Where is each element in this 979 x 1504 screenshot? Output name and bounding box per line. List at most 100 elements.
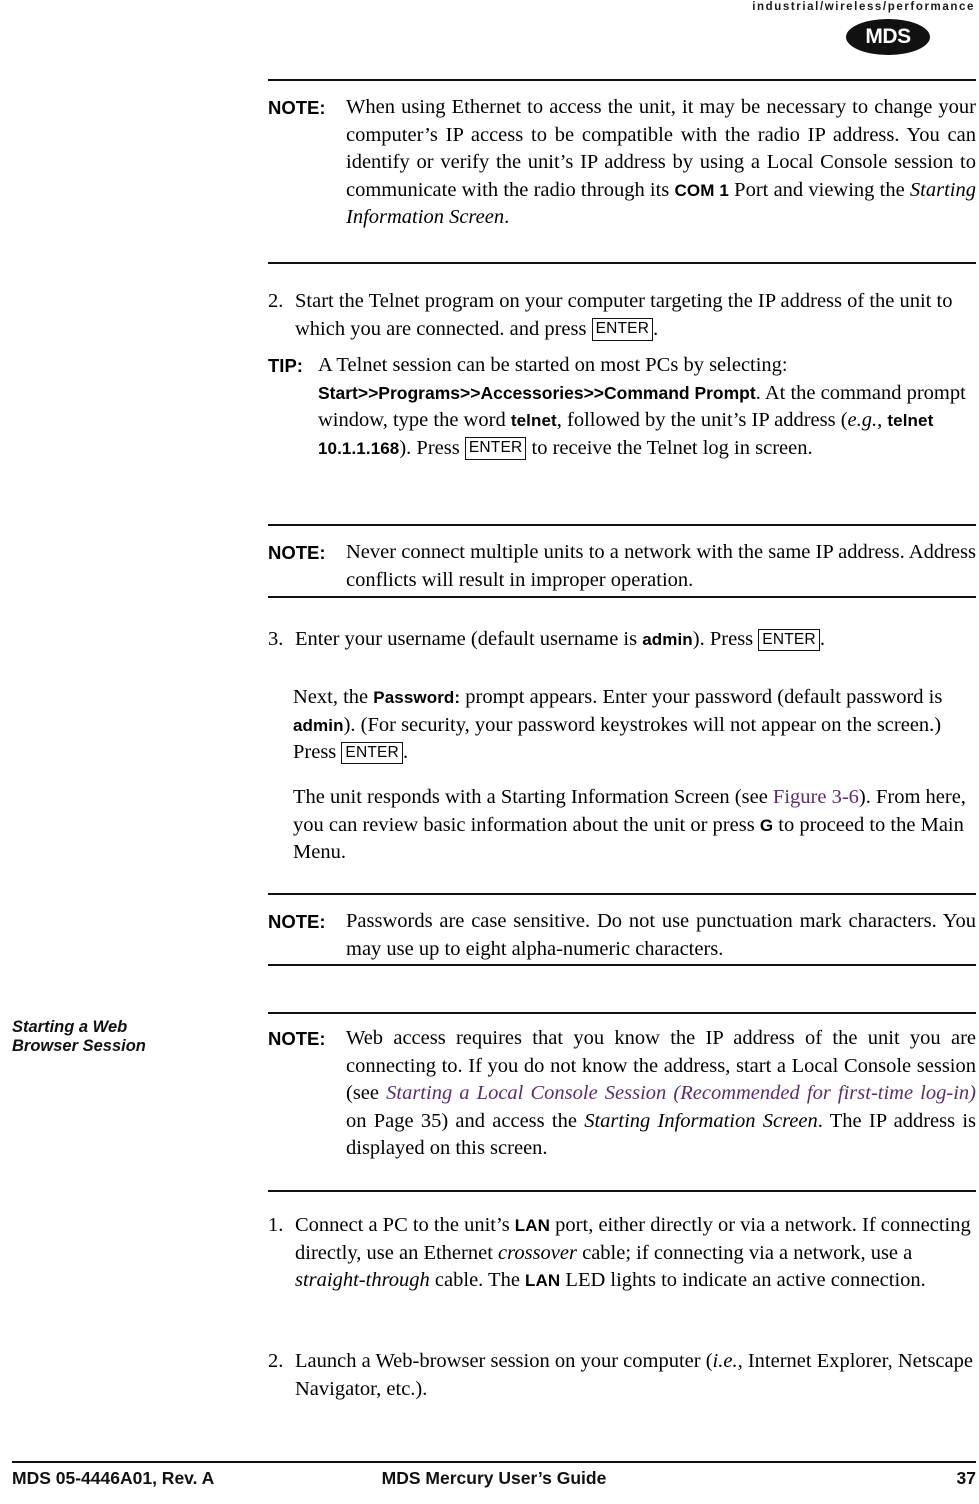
step-text-part-3: cable; if connecting via a network, use … (576, 1241, 913, 1264)
enter-key-badge: ENTER (758, 628, 820, 651)
note-label: NOTE: (268, 97, 326, 118)
eg-italic: e.g. (847, 409, 878, 431)
enter-key-badge: ENTER (341, 741, 403, 764)
step-number: 1. (268, 1214, 284, 1236)
com-port-literal: COM 1 (674, 180, 729, 200)
admonition-note: NOTE: Passwords are case sensitive. Do n… (268, 908, 976, 963)
para-text-part-1: The unit responds with a Starting Inform… (293, 786, 773, 808)
note-ethernet-bottom-rule-wrap (268, 262, 976, 264)
starting-information-screen-italic: Starting Information Screen (584, 1109, 818, 1132)
step-number: 2. (268, 1350, 284, 1372)
admonition-note: NOTE: When using Ethernet to access the … (268, 94, 976, 232)
note-web-access-bottom-rule-wrap (268, 1190, 976, 1192)
footer-guide-title: MDS Mercury User’s Guide (381, 1468, 607, 1488)
starting-local-console-session-link[interactable]: Starting a Local Console Session (Recomm… (386, 1082, 976, 1104)
admonition-tip: TIP: A Telnet session can be started on … (268, 352, 976, 462)
admin-password-literal: admin (293, 715, 344, 735)
side-heading-starting-web-browser-session: Starting a Web Browser Session (12, 1018, 252, 1056)
tip-text-part-6: to receive the Telnet log in screen. (526, 436, 813, 459)
note-web-access-top-rule-wrap (268, 1012, 976, 1014)
numbered-step: 1. Connect a PC to the unit’s LAN port, … (268, 1212, 976, 1295)
tip-text-part-5: ). Press (399, 436, 465, 459)
password-prompt-literal: Password: (373, 688, 461, 707)
para-text-part-4: . (402, 741, 409, 763)
page-masthead: industrial/wireless/performance MDS (0, 0, 979, 66)
divider-rule (268, 524, 976, 526)
note-label: NOTE: (268, 1028, 326, 1049)
step-text-part-2: ). Press (692, 628, 759, 650)
divider-rule (268, 79, 976, 81)
step-number: 2. (268, 290, 284, 312)
numbered-step: 2. Start the Telnet program on your comp… (268, 288, 976, 343)
note-label: NOTE: (268, 542, 326, 563)
step-2-text: Start the Telnet program on your compute… (295, 288, 976, 343)
note-multiple-units-bottom-rule-wrap (268, 596, 976, 598)
step-1-connect-pc: 1. Connect a PC to the unit’s LAN port, … (268, 1212, 976, 1295)
tip-text-part-1: A Telnet session can be started on most … (318, 354, 788, 376)
numbered-step: 2. Launch a Web-browser session on your … (268, 1348, 976, 1403)
note-text-part-3: . (504, 206, 510, 228)
note-text-part-2: on Page 35) and access the (346, 1109, 585, 1132)
admonition-note: NOTE: Web access requires that you know … (268, 1025, 976, 1163)
divider-rule (268, 1012, 976, 1014)
side-heading-line-1: Starting a Web (12, 1018, 128, 1036)
step-3-username: 3. Enter your username (default username… (268, 626, 976, 654)
note-passwords-top-rule-wrap (268, 893, 976, 895)
crossover-italic: crossover (498, 1241, 577, 1264)
divider-rule (268, 1190, 976, 1192)
mds-logo: MDS (846, 19, 930, 55)
g-key-literal: G (759, 815, 774, 835)
admin-username-literal: admin (642, 630, 693, 649)
logo-text: MDS (865, 25, 911, 48)
tip-telnet-text: A Telnet session can be started on most … (318, 352, 976, 462)
step-text-part-3: . (819, 628, 825, 650)
note-multiple-units-text: Never connect multiple units to a networ… (346, 541, 976, 591)
lan-led-literal: LAN (525, 1271, 561, 1290)
note-passwords-text: Passwords are case sensitive. Do not use… (346, 910, 976, 960)
figure-3-6-link[interactable]: Figure 3-6 (773, 786, 859, 808)
footer-page-number: 37 (956, 1468, 976, 1488)
telnet-command-literal: telnet (510, 411, 557, 430)
tip-label: TIP: (268, 355, 303, 376)
note-text-part-2: Port and viewing the (728, 178, 910, 201)
step-1-text: Connect a PC to the unit’s LAN port, eit… (295, 1212, 976, 1295)
footer-divider-rule (12, 1461, 976, 1463)
step-text-part-1: Enter your username (default username is (295, 628, 643, 650)
para-text-part-1: Next, the (293, 686, 374, 708)
note-web-access-text: Web access requires that you know the IP… (346, 1025, 976, 1163)
enter-key-badge: ENTER (464, 437, 527, 460)
note-multiple-units-top-rule-wrap (268, 524, 976, 526)
step-text-part-1: Launch a Web-browser session on your com… (295, 1350, 713, 1372)
side-heading-line-2: Browser Session (12, 1037, 146, 1055)
note-multiple-units-block: NOTE: Never connect multiple units to a … (268, 539, 976, 594)
logo-ellipse-shape: MDS (846, 19, 930, 55)
note-label: NOTE: (268, 911, 326, 932)
note-ethernet-text: When using Ethernet to access the unit, … (346, 94, 976, 232)
company-tagline: industrial/wireless/performance (752, 1, 975, 13)
note-web-access-block: NOTE: Web access requires that you know … (268, 1025, 976, 1163)
tip-text-part-3: , followed by the unit’s IP address ( (556, 409, 848, 431)
step-text-part-1: Connect a PC to the unit’s (295, 1214, 515, 1236)
paragraph-starting-info-screen: The unit responds with a Starting Inform… (293, 784, 976, 867)
tip-text-part-4: , (877, 409, 888, 431)
step-2-telnet: 2. Start the Telnet program on your comp… (268, 288, 976, 343)
note-passwords-block: NOTE: Passwords are case sensitive. Do n… (268, 908, 976, 963)
step-number: 3. (268, 628, 284, 650)
divider-rule (268, 964, 976, 966)
admonition-note: NOTE: Never connect multiple units to a … (268, 539, 976, 594)
lan-port-literal: LAN (514, 1216, 551, 1235)
step-2-launch-text: Launch a Web-browser session on your com… (295, 1348, 976, 1403)
divider-rule (268, 596, 976, 598)
step-text-part-5: LED lights to indicate an active connect… (560, 1269, 926, 1291)
starting-info-paragraph-text: The unit responds with a Starting Inform… (293, 784, 976, 867)
ie-italic: i.e., (712, 1350, 743, 1372)
tip-telnet-block: TIP: A Telnet session can be started on … (268, 352, 976, 462)
step-3-text: Enter your username (default username is… (295, 626, 976, 654)
enter-key-badge: ENTER (591, 318, 654, 341)
divider-rule (268, 893, 976, 895)
straight-through-italic: straight-through (295, 1269, 430, 1291)
note-passwords-bottom-rule-wrap (268, 964, 976, 966)
numbered-step: 3. Enter your username (default username… (268, 626, 976, 654)
step-text-part-4: cable. The (429, 1269, 526, 1291)
step-text-part-2: . (653, 317, 659, 340)
